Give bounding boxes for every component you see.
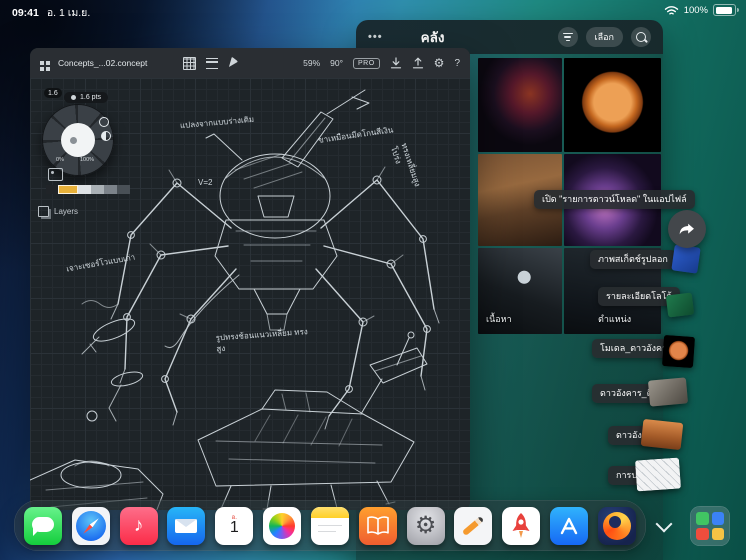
drag-thumb-blue-card[interactable]: [671, 244, 700, 273]
pro-badge[interactable]: PRO: [353, 58, 380, 69]
brush-tip-icon: [71, 95, 76, 100]
settings-gear-icon[interactable]: ⚙: [434, 57, 445, 69]
swatch-light-gray[interactable]: [78, 185, 91, 194]
opacity-icon[interactable]: [101, 131, 111, 141]
search-button[interactable]: [631, 27, 651, 47]
flower-icon: [269, 513, 295, 539]
dock-music-app[interactable]: [120, 507, 158, 545]
import-icon[interactable]: [390, 57, 402, 69]
search-icon: [636, 32, 646, 42]
photos-toolbar: เลือก: [558, 27, 651, 47]
ink-annotation: V=2: [198, 178, 212, 189]
swatch-mid-gray[interactable]: [104, 185, 117, 194]
color-swatch-strip[interactable]: [46, 185, 130, 194]
dock-safari-app[interactable]: [72, 507, 110, 545]
dock-books-app[interactable]: [359, 507, 397, 545]
photo-caption-right: ตำแหน่ง: [598, 312, 631, 326]
opacity-min-label: 0%: [56, 157, 64, 163]
dock-drawing-app[interactable]: [454, 507, 492, 545]
share-button[interactable]: [668, 210, 706, 248]
battery-percent: 100%: [684, 5, 708, 16]
dock: อ. 1: [14, 500, 646, 551]
brush-size-tag: 1.6: [44, 88, 62, 98]
grid-settings-icon[interactable]: [183, 57, 196, 70]
chat-bubble-icon: [32, 517, 54, 532]
dock-rocket-app[interactable]: [502, 507, 540, 545]
brush-preview[interactable]: [61, 123, 95, 157]
document-title[interactable]: Concepts_...02.concept: [58, 58, 147, 68]
calendar-day: 1: [215, 519, 253, 537]
photo-caption-left: เนื้อหา: [486, 312, 512, 326]
status-left: 09:41 อ. 1 เม.ย.: [12, 4, 90, 21]
dock-mail-app[interactable]: [167, 507, 205, 545]
dock-appstore-app[interactable]: [550, 507, 588, 545]
photo-nebula-purple[interactable]: [564, 154, 661, 246]
image-import-icon[interactable]: [48, 168, 63, 181]
layers-icon: [38, 206, 49, 217]
help-button[interactable]: ?: [454, 58, 460, 69]
date: อ. 1 เม.ย.: [47, 4, 90, 21]
wifi-icon: [664, 5, 679, 16]
export-share-icon[interactable]: [412, 57, 424, 69]
select-button[interactable]: เลือก: [586, 27, 623, 47]
dock-messages-app[interactable]: [24, 507, 62, 545]
rocket-icon: [502, 507, 540, 545]
swatch-gold-selected[interactable]: [58, 185, 78, 194]
clock: 09:41: [12, 7, 39, 19]
dock-calendar-app[interactable]: อ. 1: [215, 507, 253, 545]
filter-button[interactable]: [558, 27, 578, 47]
chevron-down-icon: [656, 516, 673, 533]
concepts-app-window: Concepts_...02.concept 59% 90° PRO ⚙ ?: [30, 48, 470, 510]
status-right: 100%: [664, 4, 736, 16]
tool-wheel[interactable]: 0% 100%: [42, 104, 114, 176]
drag-thumb-green-card[interactable]: [666, 292, 694, 317]
concepts-titlebar: Concepts_...02.concept 59% 90° PRO ⚙ ?: [30, 48, 470, 78]
dock-settings-app[interactable]: [407, 507, 445, 545]
appstore-a-icon: [550, 507, 588, 545]
zoom-level[interactable]: 59%: [303, 58, 320, 68]
photos-title: คลัง: [421, 26, 445, 48]
dock-folder[interactable]: [690, 506, 730, 546]
filter-icon: [563, 33, 573, 41]
share-forward-icon: [676, 218, 698, 240]
dock-collapse-chevron[interactable]: [656, 517, 672, 533]
menu-icon[interactable]: [206, 58, 218, 69]
pen-nib-icon[interactable]: [226, 57, 238, 70]
photo-nebula-orion[interactable]: [478, 58, 562, 152]
dock-photos-app[interactable]: [263, 507, 301, 545]
dock-notes-app[interactable]: [311, 507, 349, 545]
rotation-value[interactable]: 90°: [330, 58, 343, 68]
layers-button[interactable]: Layers: [38, 206, 78, 217]
opacity-max-label: 100%: [80, 157, 94, 163]
photo-desert-ridge[interactable]: [478, 154, 562, 246]
swatch-black[interactable]: [46, 185, 58, 194]
ipad-screen: ••• คลัง เลือก เนื้อหา ตำแหน่ง Concepts_…: [0, 0, 746, 560]
brush-size-label[interactable]: 1.6 pts: [64, 92, 108, 103]
app-grid-icon[interactable]: [40, 61, 44, 65]
window-more-icon[interactable]: •••: [368, 31, 383, 43]
status-bar: 09:41 อ. 1 เม.ย. 100%: [0, 0, 746, 20]
photo-mars-planet[interactable]: [564, 58, 661, 152]
drag-thumb-mars[interactable]: [662, 335, 695, 368]
swatch-dark-gray[interactable]: [117, 185, 130, 194]
pencil-icon: [462, 515, 484, 535]
battery-icon: [713, 4, 736, 16]
open-book-icon: [359, 507, 397, 545]
color-wheel-icon[interactable]: [99, 117, 109, 127]
swatch-gray[interactable]: [91, 185, 104, 194]
dock-browser-app[interactable]: [598, 507, 636, 545]
